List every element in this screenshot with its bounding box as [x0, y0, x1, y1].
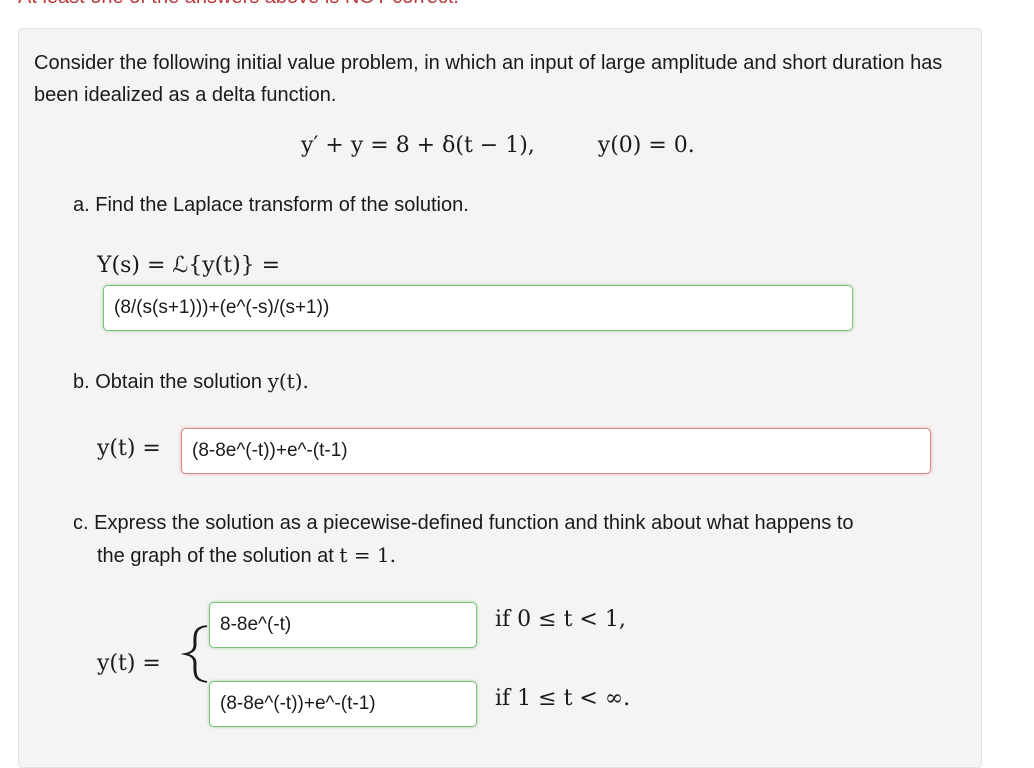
- part-b-question: b. Obtain the solution y(t).: [73, 365, 309, 398]
- ode-expression: y′ + y = 8 + δ(t − 1),: [301, 133, 535, 158]
- part-a-question: a. Find the Laplace transform of the sol…: [73, 194, 469, 216]
- piece1-condition: if 0 ≤ t < 1,: [495, 607, 626, 632]
- left-brace-icon: [181, 625, 208, 683]
- piece2-condition: if 1 ≤ t < ∞.: [495, 686, 631, 711]
- part-b-label: y(t) =: [97, 436, 161, 461]
- problem-panel: Consider the following initial value pro…: [18, 28, 982, 768]
- part-c-label: y(t) =: [97, 651, 161, 676]
- solution-answer-input[interactable]: (8-8e^(-t))+e^-(t-1): [181, 428, 931, 474]
- laplace-answer-input[interactable]: (8/(s(s+1)))+(e^(-s)/(s+1)): [103, 285, 853, 331]
- ivp-equation: y′ + y = 8 + δ(t − 1), y(0) = 0.: [301, 133, 695, 158]
- part-b-question-math: y(t).: [267, 369, 309, 393]
- part-c-question-line2: the graph of the solution at t = 1.: [97, 539, 396, 572]
- initial-condition: y(0) = 0.: [597, 133, 695, 158]
- piece2-answer-input[interactable]: (8-8e^(-t))+e^-(t-1): [209, 681, 477, 727]
- piece1-answer-input[interactable]: 8-8e^(-t): [209, 602, 477, 648]
- part-a-label: Y(s) = ℒ{y(t)} =: [97, 253, 281, 278]
- part-c-question-line1: c. Express the solution as a piecewise-d…: [73, 512, 854, 534]
- part-c-question-text: the graph of the solution at: [97, 545, 340, 567]
- part-c-question-math: t = 1.: [339, 543, 396, 567]
- problem-intro: Consider the following initial value pro…: [34, 52, 943, 106]
- feedback-banner: At least one of the answers above is NOT…: [18, 0, 459, 9]
- part-b-question-text: b. Obtain the solution: [73, 371, 268, 393]
